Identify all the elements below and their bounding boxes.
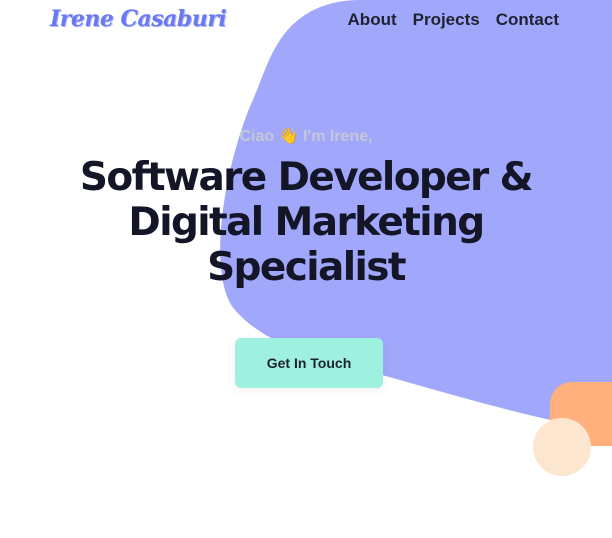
hero-headline: Software Developer & Digital Marketing S…	[0, 155, 612, 290]
get-in-touch-button[interactable]: Get In Touch	[235, 338, 383, 388]
hero-greeting: Ciao 👋 I'm Irene,	[239, 128, 373, 145]
headline-line: Specialist	[207, 245, 406, 290]
headline-line: Digital Marketing	[128, 200, 485, 245]
nav-link-about[interactable]: About	[348, 10, 397, 30]
brand-logo[interactable]: Irene Casaburi	[50, 6, 227, 32]
nav-link-contact[interactable]: Contact	[496, 10, 559, 30]
main-nav: About Projects Contact	[348, 10, 559, 30]
page: Irene Casaburi About Projects Contact Ci…	[0, 0, 612, 538]
headline-line: Software Developer &	[79, 155, 534, 200]
nav-link-projects[interactable]: Projects	[413, 10, 480, 30]
peach-circle-decoration	[533, 418, 591, 476]
